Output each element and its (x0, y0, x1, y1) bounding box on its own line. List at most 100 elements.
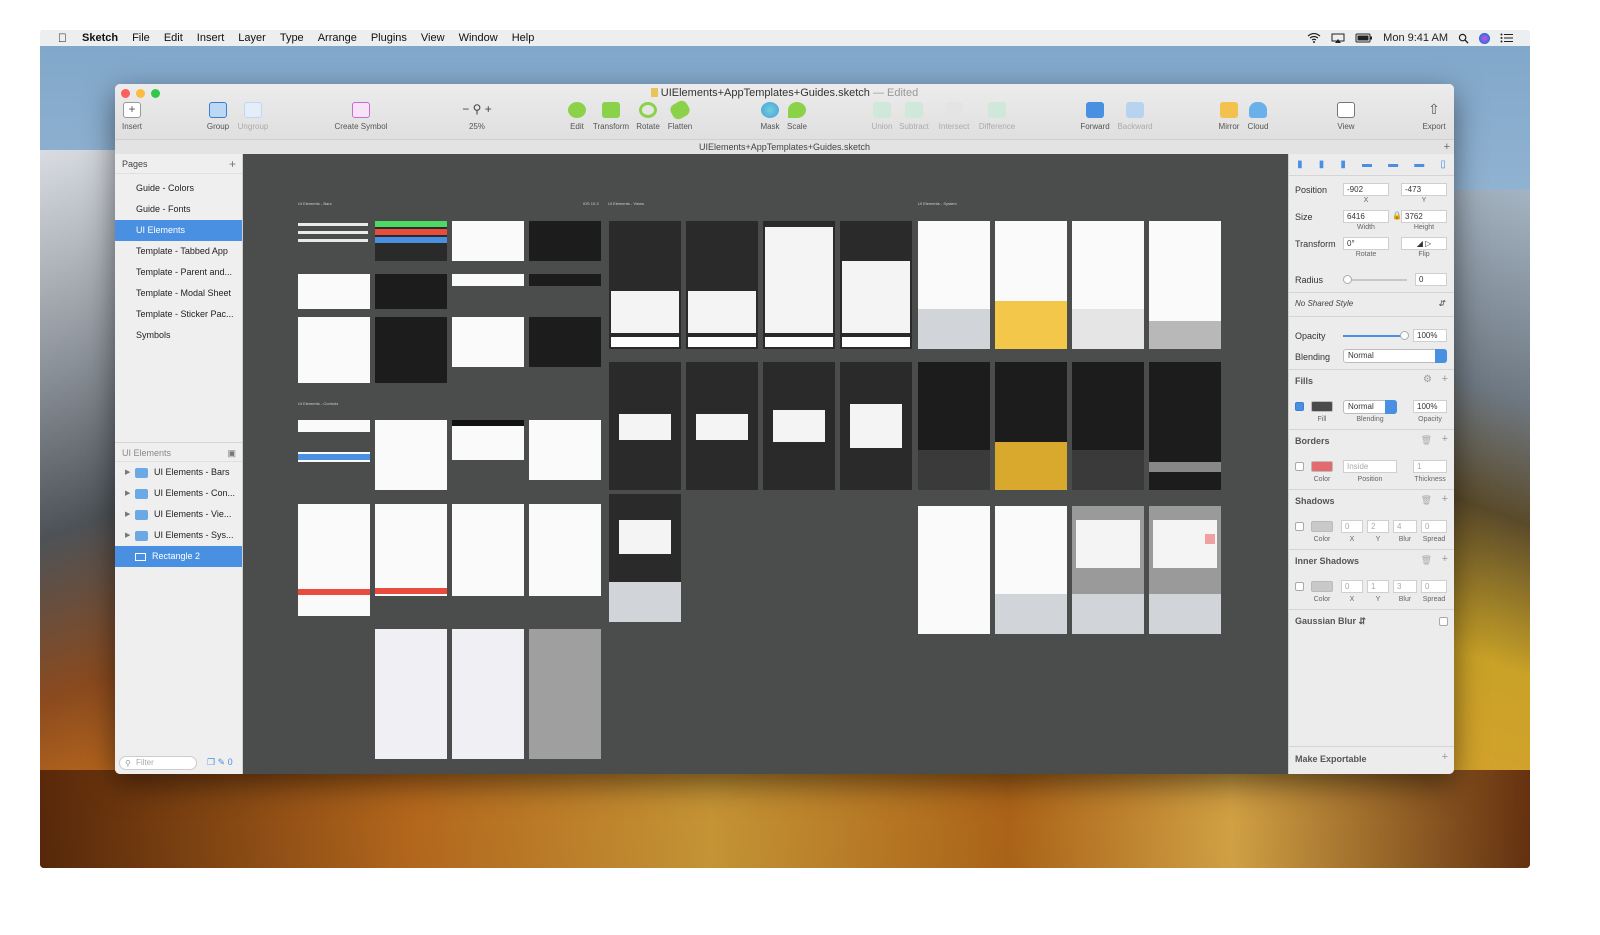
border-checkbox[interactable] (1295, 462, 1304, 471)
radius-slider[interactable] (1343, 275, 1407, 284)
artboard-bars-8[interactable] (529, 274, 601, 286)
inner-shadow-y-field[interactable]: 1 (1367, 580, 1389, 593)
fill-opacity-field[interactable]: 100% (1413, 400, 1447, 413)
artboard-view-alert-1[interactable] (609, 362, 681, 490)
opacity-field[interactable]: 100% (1413, 329, 1447, 342)
artboard-view-action-sheet-3[interactable] (763, 221, 835, 349)
page-item-template-parent[interactable]: Template - Parent and... (115, 262, 242, 283)
inner-shadow-blur-field[interactable]: 3 (1393, 580, 1417, 593)
y-field[interactable]: -473 (1401, 183, 1447, 196)
artboard-system-dictation-2[interactable] (1149, 362, 1221, 490)
add-border-button[interactable]: + (1442, 433, 1448, 445)
align-left-icon[interactable]: ▮ (1297, 159, 1303, 170)
wifi-icon[interactable] (1307, 33, 1321, 43)
artboard-bars-7[interactable] (452, 274, 524, 286)
fill-checkbox[interactable] (1295, 402, 1304, 411)
disclosure-triangle-icon[interactable]: ▶ (125, 525, 135, 546)
transform-button[interactable]: Transform (591, 102, 631, 131)
menu-help[interactable]: Help (512, 32, 535, 44)
artboard-system-numpad-1[interactable] (1072, 221, 1144, 349)
align-top-icon[interactable]: ▬ (1362, 159, 1372, 170)
forward-button[interactable]: Forward (1077, 102, 1113, 131)
page-item-template-tabbed-app[interactable]: Template - Tabbed App (115, 241, 242, 262)
page-item-template-sticker-pack[interactable]: Template - Sticker Pac... (115, 304, 242, 325)
artboard-view-alert-keyboard[interactable] (609, 494, 681, 622)
distribute-icon[interactable]: ▯ (1440, 159, 1446, 170)
align-bottom-icon[interactable]: ▬ (1414, 159, 1424, 170)
shadow-y-field[interactable]: 2 (1367, 520, 1389, 533)
document-tab[interactable]: UIElements+AppTemplates+Guides.sketch (699, 142, 870, 152)
artboard-controls-6[interactable] (298, 504, 370, 616)
create-symbol-button[interactable]: Create Symbol (331, 102, 391, 131)
align-middle-icon[interactable]: ▬ (1388, 159, 1398, 170)
artboard-bars-9[interactable] (298, 317, 370, 383)
artboard-view-share-sheet[interactable] (840, 221, 912, 349)
artboard-bars-1[interactable] (298, 221, 370, 261)
blending-select[interactable]: Normal (1343, 349, 1447, 363)
shadow-x-field[interactable]: 0 (1341, 520, 1363, 533)
rotate-field[interactable]: 0° (1343, 237, 1389, 250)
cloud-button[interactable]: Cloud (1245, 102, 1271, 131)
add-fill-button[interactable]: + (1442, 373, 1448, 385)
x-field[interactable]: -902 (1343, 183, 1389, 196)
artboard-bars-12[interactable] (529, 317, 601, 367)
opacity-slider[interactable] (1343, 331, 1409, 340)
menu-insert[interactable]: Insert (197, 32, 225, 44)
artboard-system-keyboard-1[interactable] (918, 221, 990, 349)
symbols-filter-icon[interactable]: ❐ (207, 757, 215, 767)
artboard-controls-3[interactable] (452, 420, 524, 460)
menu-type[interactable]: Type (280, 32, 304, 44)
artboard-bars-4[interactable] (529, 221, 601, 261)
artboard-bars-11[interactable] (452, 317, 524, 367)
artboard-controls-4[interactable] (529, 420, 601, 480)
gaussian-blur-select[interactable]: Gaussian Blur ⇵ (1295, 616, 1366, 627)
menu-app-sketch[interactable]: Sketch (82, 32, 118, 44)
spotlight-icon[interactable] (1458, 33, 1469, 44)
inner-shadow-checkbox[interactable] (1295, 582, 1304, 591)
mirror-button[interactable]: Mirror (1215, 102, 1243, 131)
rotate-button[interactable]: Rotate (635, 102, 661, 131)
shadow-blur-field[interactable]: 4 (1393, 520, 1417, 533)
new-tab-button[interactable]: + (1444, 140, 1450, 154)
add-shadow-button[interactable]: + (1442, 493, 1448, 505)
subtract-button[interactable]: Subtract (897, 102, 931, 131)
menu-file[interactable]: File (132, 32, 150, 44)
artboard-bars-2[interactable] (375, 221, 447, 261)
artboard-controls-5[interactable] (298, 452, 370, 462)
trash-icon[interactable]: 🗑 (1421, 495, 1432, 506)
artboard-system-keyboard-2[interactable] (918, 362, 990, 490)
artboard-bars-3[interactable] (452, 221, 524, 261)
menu-clock[interactable]: Mon 9:41 AM (1383, 32, 1448, 44)
siri-icon[interactable] (1479, 32, 1490, 44)
artboard-system-dictation-1[interactable] (1149, 221, 1221, 349)
inner-shadow-x-field[interactable]: 0 (1341, 580, 1363, 593)
page-item-guide-fonts[interactable]: Guide - Fonts (115, 199, 242, 220)
artboard-controls-10[interactable] (375, 629, 447, 759)
border-position-select[interactable]: Inside (1343, 460, 1397, 473)
ungroup-button[interactable]: Ungroup (235, 102, 271, 131)
flip-buttons[interactable]: ◢ ▷ (1401, 237, 1447, 250)
artboard-bars-5[interactable] (298, 274, 370, 309)
gaussian-blur-checkbox[interactable] (1439, 617, 1448, 626)
align-center-icon[interactable]: ▮ (1319, 159, 1325, 170)
artboard-view-action-sheet-1[interactable] (609, 221, 681, 349)
artboard-controls-9[interactable] (529, 504, 601, 596)
insert-button[interactable]: + Insert (119, 102, 145, 131)
artboard-system-emoji-2[interactable] (995, 362, 1067, 490)
artboard-system-compose-2[interactable] (1149, 506, 1221, 634)
add-page-button[interactable]: + (229, 154, 236, 174)
shadow-color-swatch[interactable] (1311, 521, 1333, 532)
menu-window[interactable]: Window (459, 32, 498, 44)
battery-icon[interactable] (1355, 33, 1373, 43)
width-field[interactable]: 6416 (1343, 210, 1389, 223)
page-item-template-modal-sheet[interactable]: Template - Modal Sheet (115, 283, 242, 304)
radius-field[interactable]: 0 (1415, 273, 1447, 286)
artboard-controls-7[interactable] (375, 504, 447, 596)
layer-item-bars[interactable]: ▶ UI Elements - Bars (115, 462, 242, 483)
menu-edit[interactable]: Edit (164, 32, 183, 44)
disclosure-triangle-icon[interactable]: ▶ (125, 504, 135, 525)
layer-item-views[interactable]: ▶ UI Elements - Vie... (115, 504, 242, 525)
add-export-button[interactable]: + (1442, 751, 1448, 763)
disclosure-triangle-icon[interactable]: ▶ (125, 483, 135, 504)
airplay-icon[interactable] (1331, 33, 1345, 43)
